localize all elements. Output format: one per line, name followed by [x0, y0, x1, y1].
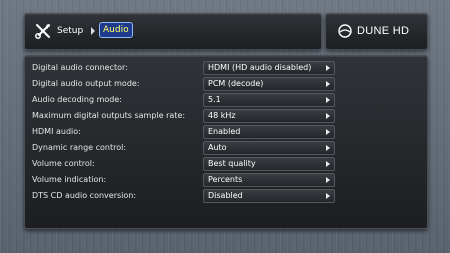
setting-label: Dynamic range control:: [32, 143, 127, 152]
brand-logo: DUNE HD: [325, 13, 428, 50]
setting-value: 48 kHz: [208, 111, 236, 120]
setting-label: DTS CD audio conversion:: [32, 191, 137, 200]
header-bar: Setup Audio: [24, 13, 322, 50]
setting-row-max-sample-rate[interactable]: Maximum digital outputs sample rate: 48 …: [25, 108, 427, 124]
chevron-right-icon: [326, 129, 330, 135]
setting-row-volume-indication[interactable]: Volume indication: Percents: [25, 172, 427, 188]
setting-value-selector[interactable]: HDMI (HD audio disabled): [203, 61, 335, 75]
setting-value: Auto: [208, 143, 227, 152]
setting-row-hdmi-audio[interactable]: HDMI audio: Enabled: [25, 124, 427, 140]
chevron-right-icon: [91, 27, 95, 35]
setting-value-selector[interactable]: 48 kHz: [203, 109, 335, 123]
setting-value: Enabled: [208, 127, 241, 136]
breadcrumb-audio[interactable]: Audio: [99, 22, 133, 38]
chevron-right-icon: [326, 81, 330, 87]
setting-row-volume-control[interactable]: Volume control: Best quality: [25, 156, 427, 172]
breadcrumb-setup[interactable]: Setup: [57, 24, 83, 38]
setting-value: 5.1: [208, 95, 221, 104]
brand-text: DUNE HD: [357, 25, 410, 37]
chevron-right-icon: [326, 97, 330, 103]
setting-row-dts-cd-audio-conversion[interactable]: DTS CD audio conversion: Disabled: [25, 188, 427, 204]
setting-row-audio-decoding-mode[interactable]: Audio decoding mode: 5.1: [25, 92, 427, 108]
chevron-right-icon: [326, 113, 330, 119]
chevron-right-icon: [326, 145, 330, 151]
setting-row-dynamic-range-control[interactable]: Dynamic range control: Auto: [25, 140, 427, 156]
setting-value: Best quality: [208, 159, 256, 168]
setting-value-selector[interactable]: Auto: [203, 141, 335, 155]
setting-label: Volume indication:: [32, 175, 107, 184]
setting-value-selector[interactable]: Enabled: [203, 125, 335, 139]
setting-label: Digital audio connector:: [32, 63, 128, 72]
setting-label: Volume control:: [32, 159, 95, 168]
setting-label: Digital audio output mode:: [32, 79, 140, 88]
chevron-right-icon: [326, 161, 330, 167]
chevron-right-icon: [326, 177, 330, 183]
setting-value: HDMI (HD audio disabled): [208, 63, 312, 72]
dune-logo-icon: [338, 24, 352, 38]
setting-value-selector[interactable]: Best quality: [203, 157, 335, 171]
chevron-right-icon: [326, 193, 330, 199]
setting-value-selector[interactable]: PCM (decode): [203, 77, 335, 91]
setting-label: Audio decoding mode:: [32, 95, 122, 104]
setting-value: Percents: [208, 175, 243, 184]
setting-value-selector[interactable]: Percents: [203, 173, 335, 187]
setting-value: PCM (decode): [208, 79, 264, 88]
chevron-right-icon: [326, 65, 330, 71]
tools-icon: [35, 24, 50, 39]
setting-value-selector[interactable]: Disabled: [203, 189, 335, 203]
setting-value-selector[interactable]: 5.1: [203, 93, 335, 107]
setting-label: HDMI audio:: [32, 127, 81, 136]
audio-settings-panel: Digital audio connector: HDMI (HD audio …: [24, 55, 428, 229]
setting-value: Disabled: [208, 191, 243, 200]
setting-row-digital-audio-connector[interactable]: Digital audio connector: HDMI (HD audio …: [25, 60, 427, 76]
setting-row-digital-audio-output-mode[interactable]: Digital audio output mode: PCM (decode): [25, 76, 427, 92]
setting-label: Maximum digital outputs sample rate:: [32, 111, 186, 120]
